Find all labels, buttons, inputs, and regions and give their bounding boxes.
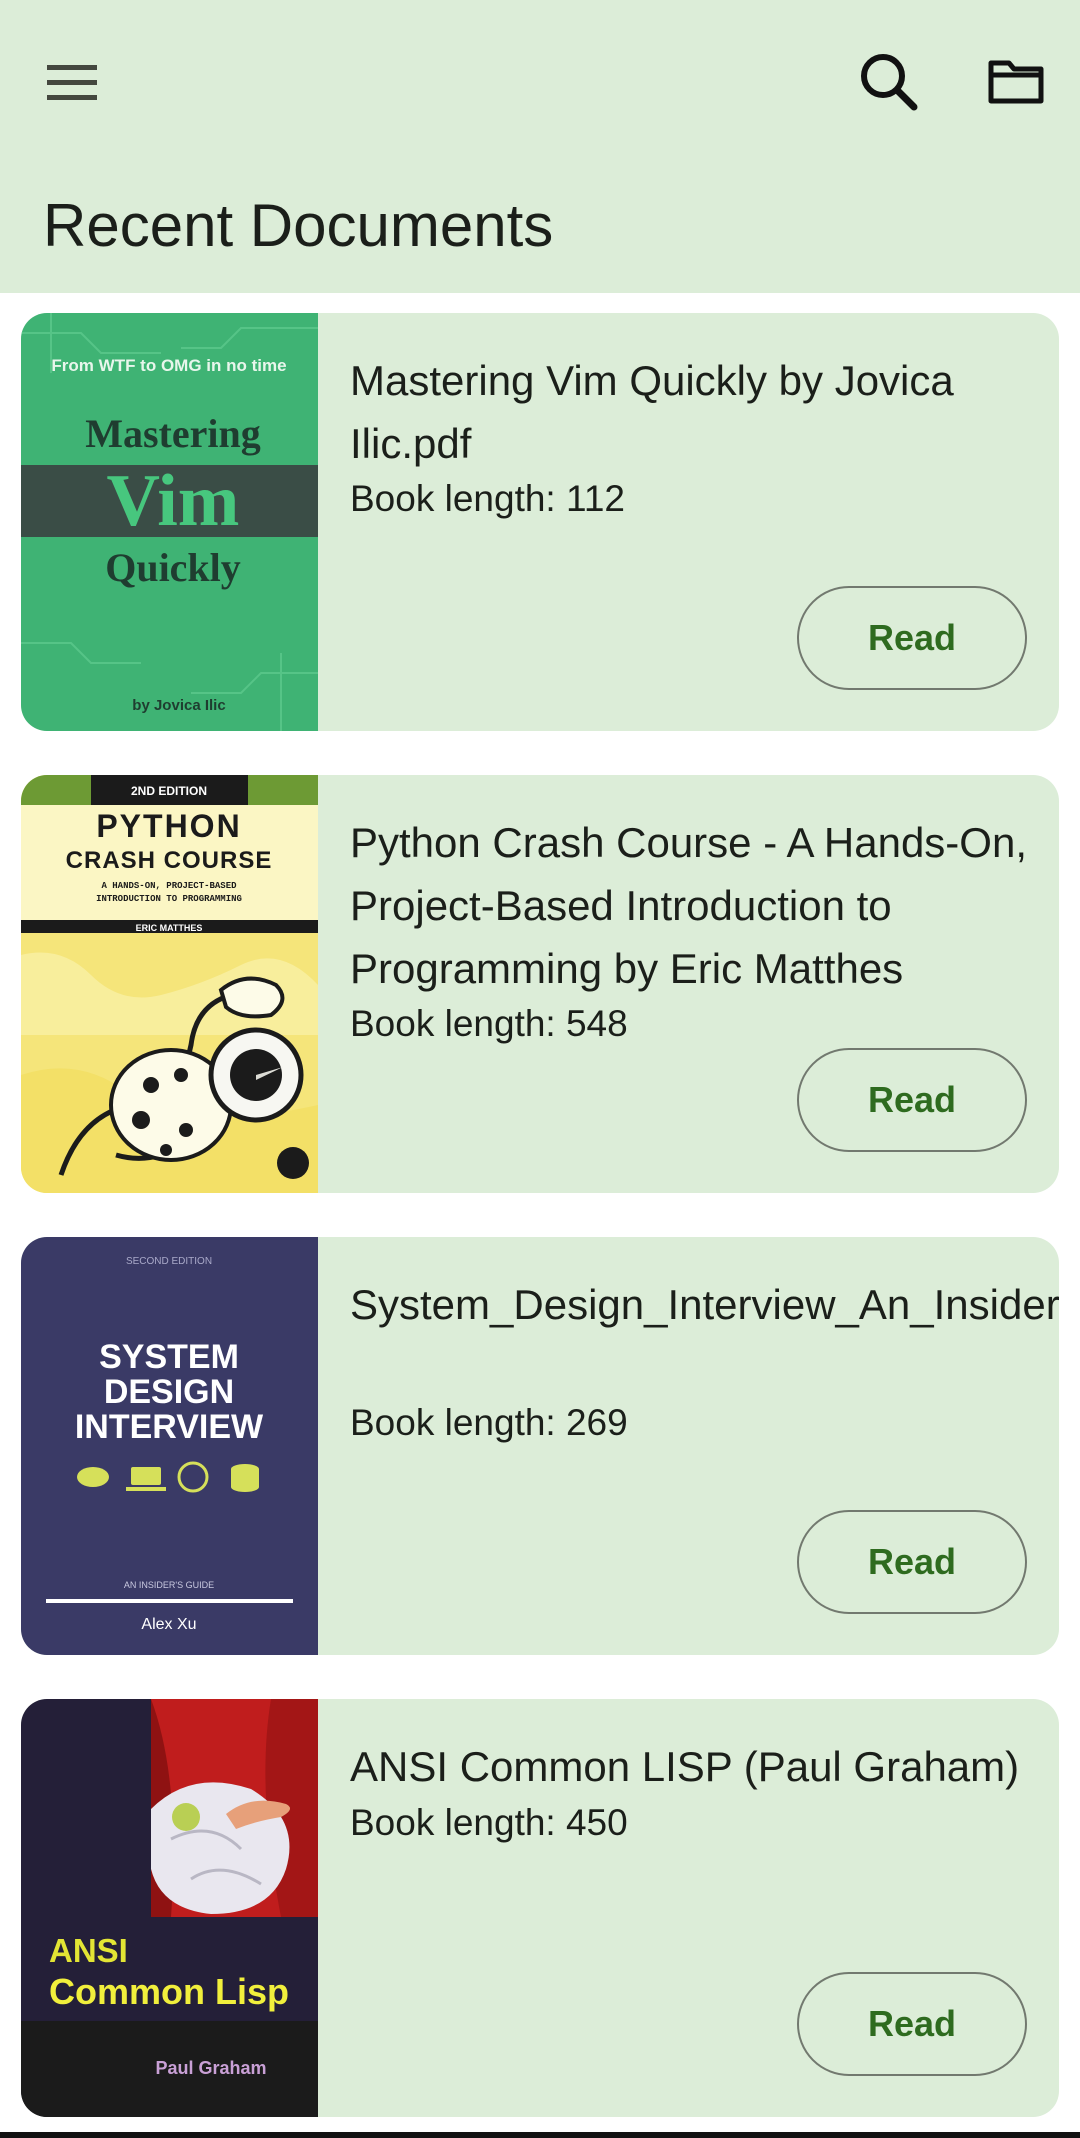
read-button[interactable]: Read xyxy=(797,1048,1027,1152)
cover-line2: Common Lisp xyxy=(49,1971,289,2012)
document-card[interactable]: From WTF to OMG in no time Mastering Vim… xyxy=(21,313,1059,731)
menu-icon xyxy=(47,65,97,100)
folder-icon xyxy=(988,60,1044,104)
app-screen: Recent Documents From WTF to OMG in no t… xyxy=(0,0,1080,2138)
book-cover: ANSI Common Lisp Paul Graham xyxy=(21,1699,318,2117)
document-title: Python Crash Course - A Hands-On, Projec… xyxy=(350,819,1027,992)
cover-line1: ANSI xyxy=(49,1932,128,1969)
cover-line2: CRASH COURSE xyxy=(66,847,273,874)
book-length: Book length: 269 xyxy=(350,1402,628,1443)
cover-subtitle: AN INSIDER'S GUIDE xyxy=(124,1580,214,1590)
menu-button[interactable] xyxy=(22,32,122,132)
folder-button[interactable] xyxy=(966,32,1066,132)
search-button[interactable] xyxy=(839,32,939,132)
cover-line3: INTERVIEW xyxy=(75,1408,264,1446)
cover-author: by Jovica Ilic xyxy=(132,697,225,714)
book-cover: SECOND EDITION SYSTEM DESIGN INTERVIEW A… xyxy=(21,1237,318,1655)
cover-subtitle2: INTRODUCTION TO PROGRAMMING xyxy=(96,894,242,904)
document-card[interactable]: SECOND EDITION SYSTEM DESIGN INTERVIEW A… xyxy=(21,1237,1059,1655)
document-title: ANSI Common LISP (Paul Graham) xyxy=(350,1743,1020,1790)
cover-author: Paul Graham xyxy=(155,2058,266,2078)
cover-line2: DESIGN xyxy=(104,1373,234,1411)
book-cover: From WTF to OMG in no time Mastering Vim… xyxy=(21,313,318,731)
cover-line1: Mastering xyxy=(85,411,261,456)
book-cover: 2ND EDITION PYTHON CRASH COURSE A HANDS-… xyxy=(21,775,318,1193)
read-button[interactable]: Read xyxy=(797,1510,1027,1614)
document-card[interactable]: 2ND EDITION PYTHON CRASH COURSE A HANDS-… xyxy=(21,775,1059,1193)
cover-line3: Quickly xyxy=(105,545,241,590)
cover-edition: SECOND EDITION xyxy=(126,1256,212,1267)
cover-line1: PYTHON xyxy=(96,808,241,844)
cover-line2: Vim xyxy=(107,460,240,542)
document-title: System_Design_Interview_An_Insider’s_Gui… xyxy=(350,1281,1059,1328)
document-title: Mastering Vim Quickly by Jovica Ilic.pdf xyxy=(350,357,954,467)
book-length: Book length: 112 xyxy=(350,478,625,519)
read-button[interactable]: Read xyxy=(797,586,1027,690)
page-title: Recent Documents xyxy=(43,192,554,259)
book-length: Book length: 548 xyxy=(350,1003,628,1044)
cover-subtitle1: A HANDS-ON, PROJECT-BASED xyxy=(101,881,237,891)
cover-line1: SYSTEM xyxy=(99,1338,239,1376)
book-length: Book length: 450 xyxy=(350,1802,628,1843)
cover-author: ERIC MATTHES xyxy=(136,923,203,933)
top-app-bar: Recent Documents xyxy=(0,0,1080,293)
bottom-divider xyxy=(0,2132,1080,2138)
cover-tagline: From WTF to OMG in no time xyxy=(51,356,286,375)
read-button[interactable]: Read xyxy=(797,1972,1027,2076)
document-card[interactable]: ANSI Common Lisp Paul Graham ANSI Common… xyxy=(21,1699,1059,2117)
search-icon xyxy=(861,54,918,111)
cover-author: Alex Xu xyxy=(141,1616,196,1633)
cover-edition: 2ND EDITION xyxy=(131,784,207,798)
